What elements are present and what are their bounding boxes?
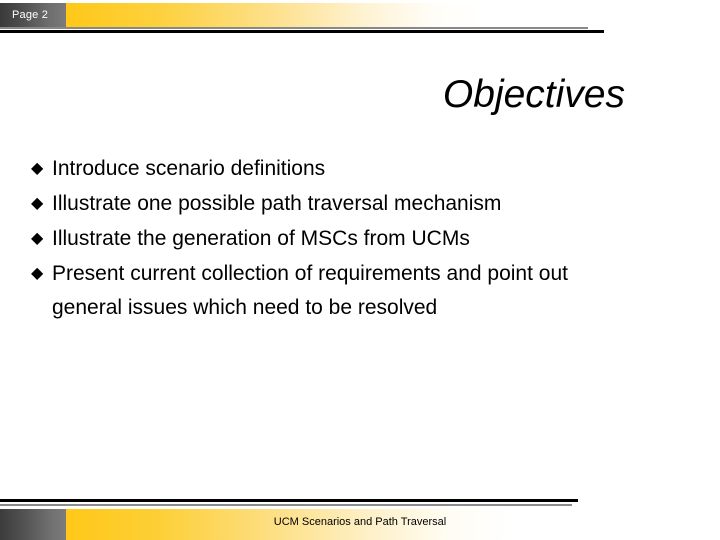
footer-black-rule xyxy=(0,499,578,502)
header-band: Page 2 xyxy=(0,3,604,28)
list-item: ◆ Illustrate one possible path traversal… xyxy=(31,187,631,221)
list-item: ◆ Present current collection of requirem… xyxy=(31,257,631,325)
list-item-label: Introduce scenario definitions xyxy=(52,157,326,180)
diamond-bullet-icon: ◆ xyxy=(31,230,44,247)
list-item-label: Present current collection of requiremen… xyxy=(52,262,568,319)
diamond-bullet-icon: ◆ xyxy=(31,265,44,282)
page-number-tab: Page 2 xyxy=(0,3,66,28)
list-item-label: Illustrate one possible path traversal m… xyxy=(52,192,502,215)
list-item-label: Illustrate the generation of MSCs from U… xyxy=(52,227,470,250)
list-item: ◆ Illustrate the generation of MSCs from… xyxy=(31,222,631,256)
list-item: ◆ Introduce scenario definitions xyxy=(31,152,631,186)
page-number-label: Page 2 xyxy=(12,9,49,21)
footer-gray-rule xyxy=(0,504,572,506)
header-gray-rule xyxy=(0,27,588,29)
footer-label: UCM Scenarios and Path Traversal xyxy=(273,516,447,528)
bullet-list: ◆ Introduce scenario definitions ◆ Illus… xyxy=(31,152,631,326)
diamond-bullet-icon: ◆ xyxy=(31,160,44,177)
slide-canvas: Page 2 Objectives ◆ Introduce scenario d… xyxy=(0,0,720,540)
header-black-rule xyxy=(0,30,604,33)
header-gradient-bar xyxy=(66,3,604,28)
diamond-bullet-icon: ◆ xyxy=(31,195,44,212)
page-title: Objectives xyxy=(442,73,625,116)
